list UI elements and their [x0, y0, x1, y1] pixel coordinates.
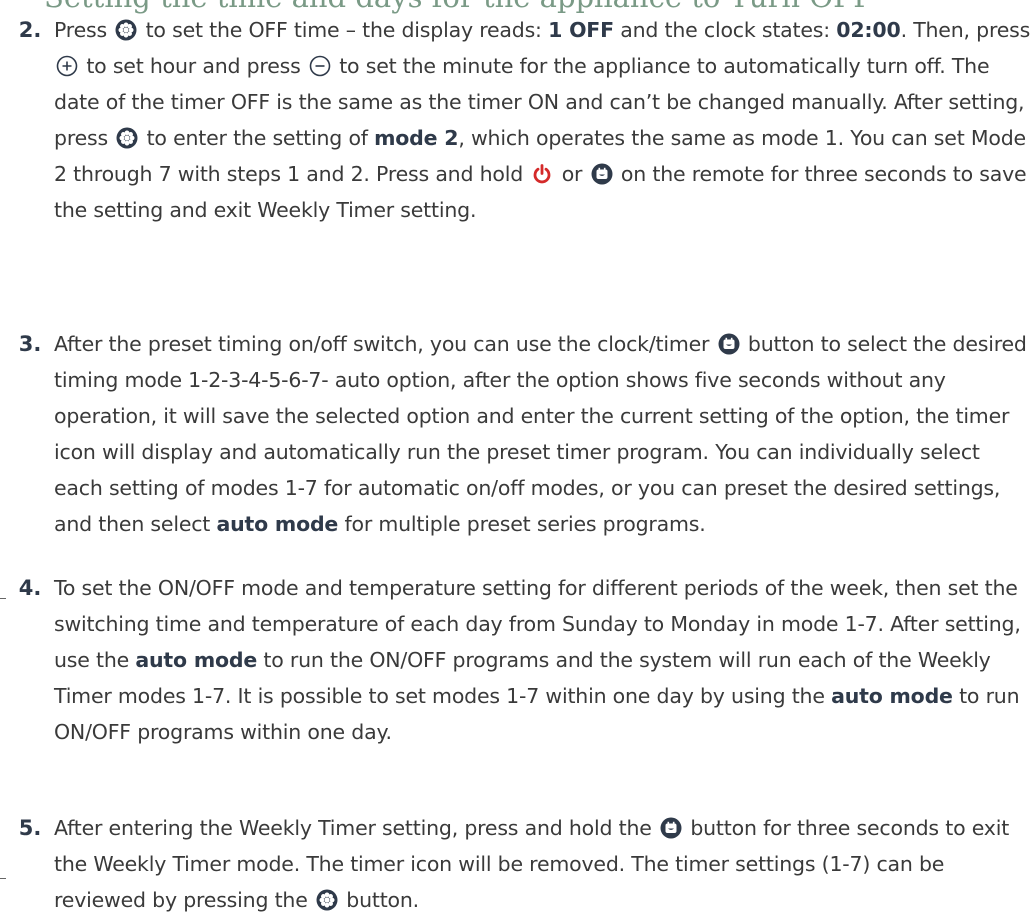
item-text: To set the ON/OFF mode and temperature s… [54, 576, 1021, 744]
clock-timer-button-icon [718, 333, 740, 355]
item-text: After the preset timing on/off switch, y… [54, 332, 1027, 536]
item-number: 5. [18, 816, 42, 840]
minus-button-icon [309, 55, 331, 77]
list-item-2: 2. Press to set the OFF time – the displ… [8, 12, 1032, 228]
clock-timer-button-icon [591, 163, 613, 185]
gear-button-icon [116, 127, 138, 149]
item-number: 3. [18, 332, 42, 356]
gear-button-icon [115, 19, 137, 41]
clock-timer-button-icon [660, 817, 682, 839]
list-item-3: 3. After the preset timing on/off switch… [8, 326, 1032, 542]
margin-tick [0, 878, 6, 879]
power-icon [533, 164, 551, 184]
item-text: After entering the Weekly Timer setting,… [54, 816, 1010, 912]
list-item-4: 4. To set the ON/OFF mode and temperatur… [8, 570, 1032, 750]
gear-button-icon [316, 889, 338, 911]
item-number: 4. [18, 576, 42, 600]
item-number: 2. [18, 18, 42, 42]
plus-button-icon [56, 55, 78, 77]
margin-tick [0, 598, 6, 599]
item-text: Press to set the OFF time – the display … [54, 18, 1031, 222]
list-item-5: 5. After entering the Weekly Timer setti… [8, 810, 1032, 918]
